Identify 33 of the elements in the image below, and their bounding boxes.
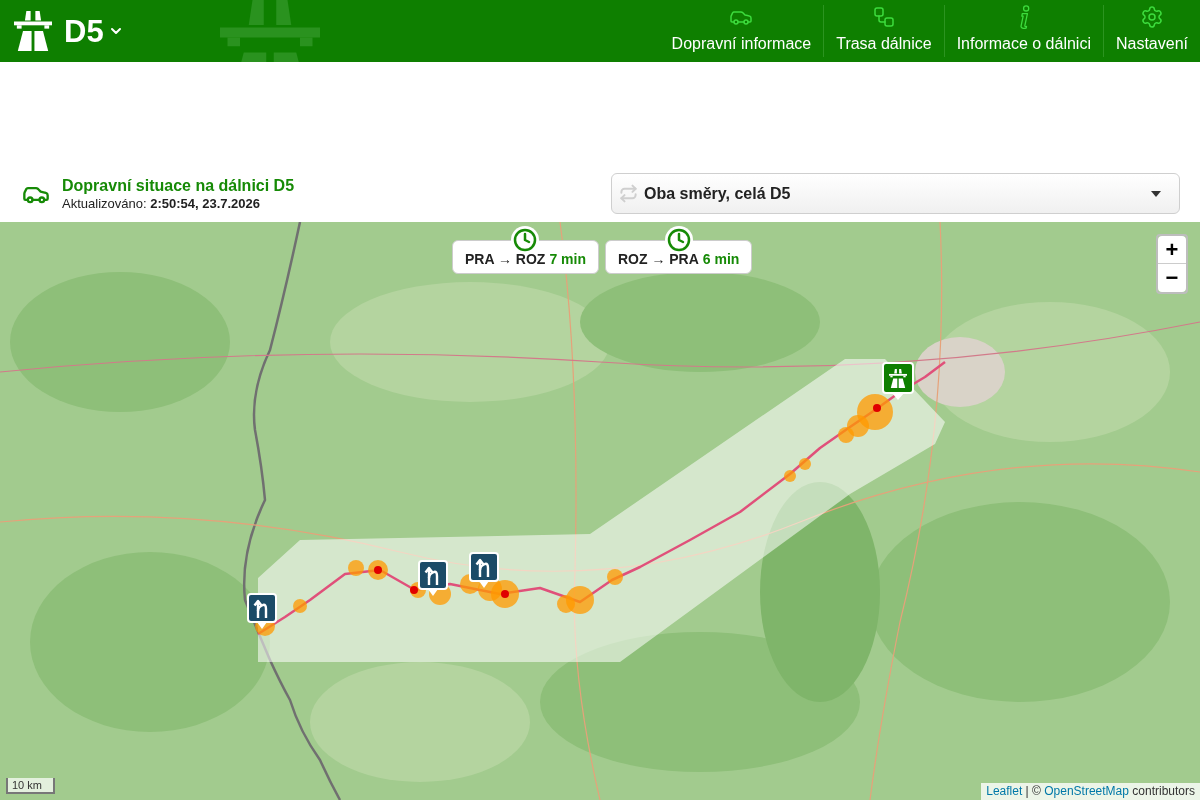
exit-sign-icon[interactable] bbox=[247, 593, 277, 629]
motorway-sign-icon[interactable] bbox=[882, 362, 914, 400]
motorway-decoration-icon bbox=[220, 0, 320, 62]
motorway-icon bbox=[14, 11, 52, 51]
congestion-spot bbox=[557, 586, 594, 614]
congestion-spot bbox=[348, 560, 388, 580]
congestion-spot bbox=[784, 470, 796, 482]
nav-tab[interactable]: Dopravní informace bbox=[659, 5, 824, 57]
caret-down-icon bbox=[1151, 190, 1161, 197]
route-text: ROZ → PRA bbox=[617, 250, 699, 269]
openstreetmap-link[interactable]: OpenStreetMap bbox=[1044, 784, 1129, 798]
repeat-icon bbox=[619, 184, 638, 203]
nav-tab[interactable]: Nastavení bbox=[1102, 5, 1200, 57]
congestion-spot bbox=[607, 569, 623, 585]
zoom-out-button[interactable]: − bbox=[1158, 264, 1186, 292]
exit-sign-icon[interactable] bbox=[418, 560, 448, 596]
congestion-spot bbox=[293, 599, 307, 613]
exit-sign-icon[interactable] bbox=[469, 552, 499, 588]
route-text: PRA → ROZ bbox=[465, 250, 546, 269]
travel-time-text: 6 min bbox=[702, 250, 740, 269]
direction-select[interactable]: Oba směry, celá D5 bbox=[611, 173, 1180, 214]
updated-time-text: Aktualizováno: 2:50:54, 23.7.2026 bbox=[62, 195, 262, 212]
nav-tab[interactable]: Trasa dálnice bbox=[823, 5, 944, 57]
traffic-status-title: Dopravní situace na dálnici D5 bbox=[62, 175, 295, 196]
scale-bar: 10 km bbox=[6, 778, 55, 794]
nav-tab[interactable]: Informace o dálnici bbox=[943, 5, 1103, 57]
congestion-spot bbox=[799, 458, 811, 470]
travel-time-text: 7 min bbox=[549, 250, 586, 269]
highway-select-button[interactable]: D5 bbox=[0, 0, 132, 62]
leaflet-link[interactable]: Leaflet bbox=[986, 784, 1023, 798]
congestion-spot bbox=[838, 394, 893, 443]
zoom-in-button[interactable]: + bbox=[1158, 236, 1186, 264]
attribution-text: Leaflet | © OpenStreetMap contributors bbox=[981, 783, 1200, 800]
